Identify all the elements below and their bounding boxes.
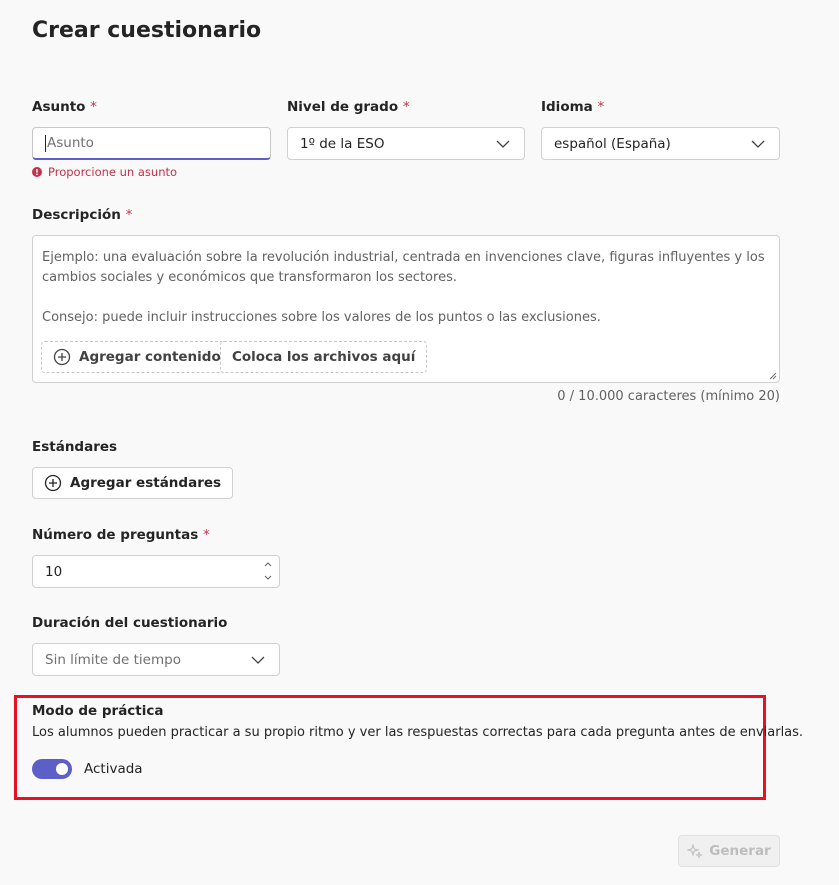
subject-input[interactable]: Asunto [32,127,271,160]
required-mark: * [597,99,605,115]
required-mark: * [125,207,133,223]
chevron-down-icon [251,656,265,664]
language-value: español (España) [554,135,671,152]
required-mark: * [90,99,97,115]
spin-down-icon[interactable] [263,572,273,584]
num-questions-label: Número de preguntas * [32,527,210,543]
spin-up-icon[interactable] [263,558,273,570]
subject-label-text: Asunto [32,99,86,115]
grade-label: Nivel de grado * [287,99,410,115]
subject-label: Asunto * [32,99,97,115]
drop-files-label: Coloca los archivos aquí [232,349,416,365]
chevron-down-icon [751,140,765,148]
language-dropdown[interactable]: español (España) [541,127,780,160]
duration-value: Sin límite de tiempo [45,651,181,668]
practice-mode-toggle-row: Activada [32,759,143,779]
toggle-knob [56,763,68,775]
chevron-down-icon [496,140,510,148]
generate-button[interactable]: Generar [678,835,780,867]
language-label: Idioma * [541,99,604,115]
toggle-state-label: Activada [84,761,143,777]
add-content-label: Agregar contenido [79,349,221,365]
num-questions-label-text: Número de preguntas [32,527,199,543]
sparkle-icon [687,843,703,859]
duration-label: Duración del cuestionario [32,615,228,631]
practice-mode-toggle[interactable] [32,759,72,779]
add-standards-button[interactable]: Agregar estándares [32,467,234,499]
spin-buttons [263,558,273,584]
char-counter: 0 / 10.000 caracteres (mínimo 20) [557,389,780,404]
required-mark: * [402,99,410,115]
num-questions-value: 10 [45,563,63,580]
standards-label: Estándares [32,439,118,455]
description-placeholder: Ejemplo: una evaluación sobre la revoluc… [42,248,765,328]
grade-label-text: Nivel de grado [287,99,399,115]
description-textarea[interactable]: Ejemplo: una evaluación sobre la revoluc… [32,235,780,383]
drop-files-zone[interactable]: Coloca los archivos aquí [220,341,428,373]
description-example-line1: Ejemplo: una evaluación sobre la revoluc… [42,250,765,265]
practice-mode-description: Los alumnos pueden practicar a su propio… [32,725,804,740]
num-questions-spinbutton[interactable]: 10 [32,555,280,588]
add-circle-icon [44,474,62,492]
description-label-text: Descripción [32,207,121,223]
practice-mode-label: Modo de práctica [32,703,164,719]
subject-error: ! Proporcione un asunto [32,165,177,179]
add-content-button[interactable]: Agregar contenido [41,341,233,373]
text-caret [45,134,46,152]
description-label: Descripción * [32,207,132,223]
add-circle-icon [53,348,71,366]
resize-handle-icon[interactable] [769,372,777,380]
page-title: Crear cuestionario [32,18,262,43]
description-example-line2: cambios sociales y económicos que transf… [42,270,457,285]
add-standards-label: Agregar estándares [70,475,222,491]
generate-label: Generar [709,843,771,859]
grade-dropdown[interactable]: 1º de la ESO [287,127,525,160]
subject-placeholder: Asunto [47,135,94,151]
duration-dropdown[interactable]: Sin límite de tiempo [32,643,280,676]
language-label-text: Idioma [541,99,593,115]
grade-value: 1º de la ESO [300,135,385,152]
error-icon: ! [32,167,42,177]
description-tip: Consejo: puede incluir instrucciones sob… [42,310,601,325]
subject-error-text: Proporcione un asunto [48,165,178,179]
required-mark: * [202,527,210,543]
